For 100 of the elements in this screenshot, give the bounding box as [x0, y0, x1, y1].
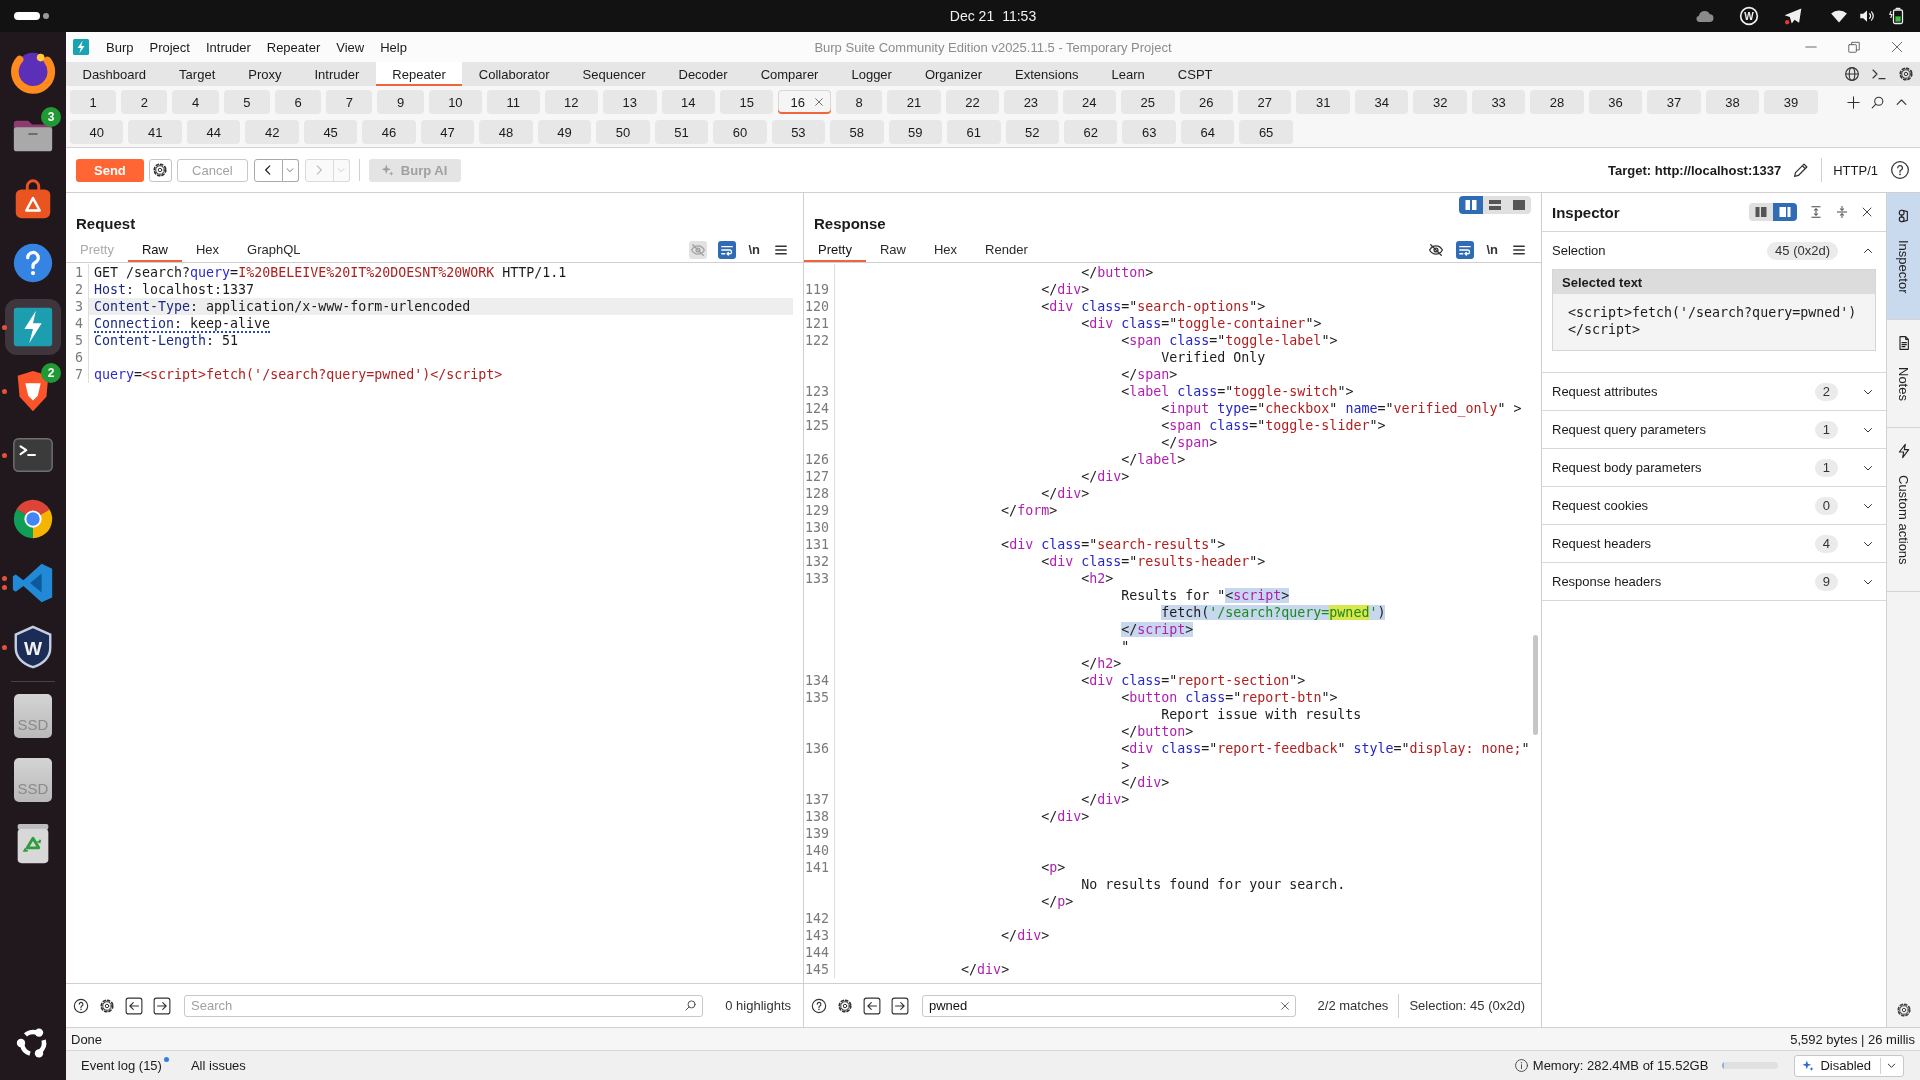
request-tab[interactable]: 64 — [1180, 120, 1235, 144]
tool-tab[interactable]: Comparer — [744, 62, 835, 86]
tool-tab[interactable]: CSPT — [1161, 62, 1229, 86]
split-rows-icon[interactable] — [1483, 196, 1507, 214]
info-icon[interactable] — [1513, 1058, 1529, 1073]
tool-tab[interactable]: Dashboard — [66, 62, 163, 86]
tool-tab[interactable]: Repeater — [375, 62, 463, 86]
plus-icon[interactable] — [1846, 94, 1861, 110]
request-tab[interactable]: 16 — [778, 90, 831, 114]
tool-tab[interactable]: Decoder — [662, 62, 745, 86]
request-tab[interactable]: 25 — [1121, 90, 1175, 114]
request-tab[interactable]: 51 — [654, 120, 709, 144]
ai-status-button[interactable]: Disabled — [1794, 1054, 1904, 1077]
search-icon[interactable] — [684, 998, 698, 1012]
tool-tab[interactable]: Proxy — [231, 62, 298, 86]
section-title[interactable]: Request query parameters — [1552, 422, 1706, 437]
arrow-left-icon[interactable] — [125, 996, 143, 1015]
request-tab[interactable]: 1 — [70, 90, 117, 114]
view-tab[interactable]: Raw — [127, 237, 182, 262]
menu-item[interactable]: View — [328, 39, 373, 55]
request-tab[interactable]: 23 — [1004, 90, 1058, 114]
scrollbar-thumb[interactable] — [1533, 635, 1538, 735]
newline-toggle[interactable]: \n — [1485, 242, 1499, 257]
request-tab[interactable]: 58 — [830, 120, 884, 144]
tool-tab[interactable]: Logger — [834, 62, 909, 86]
request-tab[interactable]: 24 — [1062, 90, 1117, 114]
request-tab[interactable]: 5 — [223, 90, 270, 114]
request-tab[interactable]: 28 — [1530, 90, 1584, 114]
menu-item[interactable]: Intruder — [197, 39, 259, 55]
request-tab[interactable]: 44 — [186, 120, 241, 144]
battery-icon[interactable] — [1889, 6, 1904, 26]
request-tab[interactable]: 2 — [121, 90, 168, 114]
request-tab[interactable]: 7 — [326, 90, 373, 114]
request-tab[interactable]: 65 — [1239, 120, 1293, 144]
menu-item[interactable]: Help — [372, 39, 415, 55]
clock-time[interactable]: 11:53 — [1002, 8, 1037, 24]
request-tab[interactable]: 6 — [274, 90, 322, 114]
app-logo[interactable]: W — [1739, 6, 1759, 26]
request-tab[interactable]: 46 — [362, 120, 416, 144]
restore-icon[interactable] — [1847, 40, 1861, 54]
help-icon[interactable] — [1890, 160, 1910, 180]
section-title[interactable]: Request headers — [1552, 536, 1651, 551]
request-tab[interactable]: 11 — [487, 90, 540, 114]
settings-icon[interactable] — [837, 997, 853, 1014]
protocol-toggle[interactable]: HTTP/1 — [1833, 162, 1878, 178]
expand-all-icon[interactable] — [1809, 205, 1823, 219]
help-icon[interactable] — [811, 997, 827, 1014]
left-panel-icon[interactable] — [1749, 203, 1773, 221]
search-field[interactable]: pwned — [922, 994, 1296, 1017]
back-button[interactable] — [253, 158, 283, 182]
right-panel-icon[interactable] — [1773, 203, 1797, 221]
settings-icon[interactable] — [99, 997, 115, 1014]
request-tab[interactable]: 26 — [1179, 90, 1233, 114]
request-tab[interactable]: 12 — [544, 90, 599, 114]
globe-icon[interactable] — [1844, 66, 1860, 82]
collapse-all-icon[interactable] — [1835, 205, 1849, 219]
request-tab[interactable]: 34 — [1354, 90, 1409, 114]
tool-tab[interactable]: Learn — [1095, 62, 1162, 86]
request-tab[interactable]: 60 — [713, 120, 767, 144]
tool-tab[interactable]: Extensions — [998, 62, 1096, 86]
tool-tab[interactable]: Collaborator — [462, 62, 567, 86]
request-tab[interactable]: 32 — [1413, 90, 1467, 114]
request-tab[interactable]: 36 — [1588, 90, 1643, 114]
request-tab[interactable]: 48 — [479, 120, 533, 144]
request-tab[interactable]: 53 — [771, 120, 826, 144]
tool-tab[interactable]: Target — [162, 62, 232, 86]
request-tab[interactable]: 4 — [172, 90, 219, 114]
settings-icon[interactable] — [1898, 66, 1914, 82]
request-tab[interactable]: 50 — [596, 120, 650, 144]
section-title[interactable]: Selection — [1552, 243, 1606, 258]
clock-date[interactable]: Dec 21 — [949, 8, 995, 24]
newline-toggle[interactable]: \n — [747, 242, 761, 257]
split-columns-icon[interactable] — [1459, 196, 1483, 214]
request-tab[interactable]: 10 — [428, 90, 483, 114]
side-tab[interactable]: Custom actions — [1887, 428, 1920, 593]
issues-tab[interactable]: All issues — [190, 1058, 246, 1073]
arrow-left-icon[interactable] — [863, 996, 881, 1015]
request-tab[interactable]: 41 — [128, 120, 182, 144]
arrow-right-icon[interactable] — [891, 996, 909, 1015]
single-pane-icon[interactable] — [1507, 196, 1531, 214]
request-tab[interactable]: 9 — [377, 90, 424, 114]
request-tab[interactable]: 42 — [245, 120, 299, 144]
request-tab[interactable]: 33 — [1471, 90, 1526, 114]
request-tab[interactable]: 22 — [945, 90, 1000, 114]
request-tab[interactable]: 21 — [887, 90, 941, 114]
tool-tab[interactable]: Organizer — [908, 62, 999, 86]
search-field[interactable]: Search — [184, 994, 704, 1017]
workspace-indicator-icon[interactable] — [14, 12, 50, 20]
view-tab[interactable]: Render — [971, 237, 1042, 262]
request-tab[interactable]: 62 — [1063, 120, 1118, 144]
close-icon[interactable] — [813, 97, 824, 107]
request-tab[interactable]: 13 — [603, 90, 657, 114]
close-icon[interactable] — [1890, 40, 1904, 54]
search-icon[interactable] — [1870, 94, 1885, 110]
request-tab[interactable]: 37 — [1647, 90, 1701, 114]
menu-item[interactable]: Burp — [98, 39, 142, 55]
event-log-tab[interactable]: Event log (15) — [81, 1058, 169, 1073]
arrow-right-icon[interactable] — [153, 996, 171, 1015]
section-title[interactable]: Response headers — [1552, 574, 1662, 589]
close-icon[interactable] — [1861, 206, 1873, 218]
